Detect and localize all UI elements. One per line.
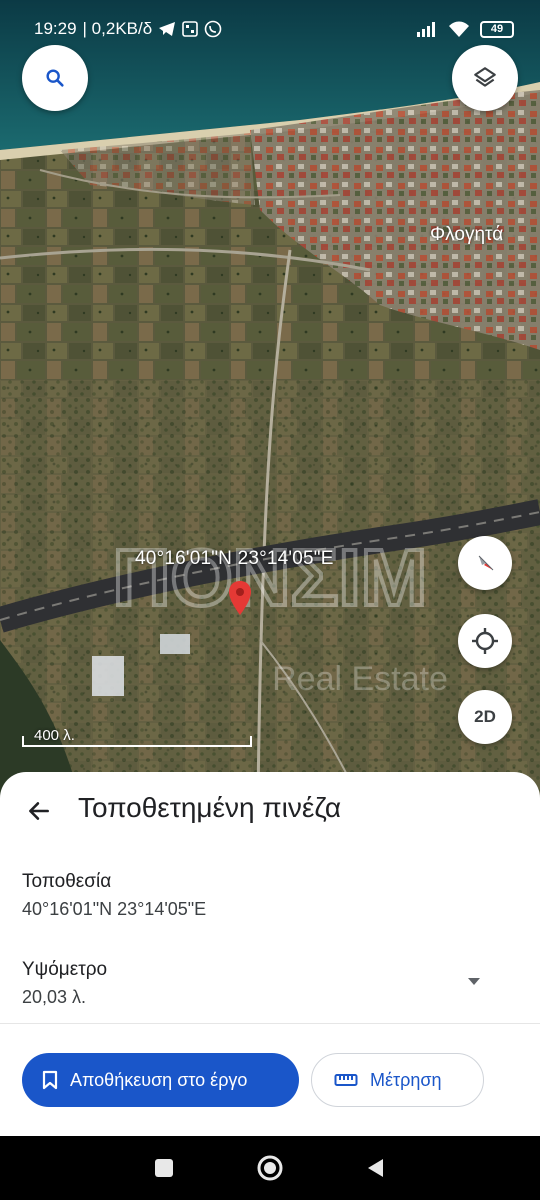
nav-recents-icon[interactable] bbox=[153, 1157, 175, 1179]
scale-label: 400 λ. bbox=[34, 727, 75, 744]
my-location-button[interactable] bbox=[458, 614, 512, 668]
location-value: 40°16'01"N 23°14'05"E bbox=[22, 899, 207, 919]
satellite-map[interactable]: ΠΟΝΣΙΜ Real Estate 19:29 | 0,2KB/δ 49 Φλ… bbox=[0, 0, 540, 800]
pin-details-sheet: Τοποθετημένη πινέζα Τοποθεσία 40°16'01"N… bbox=[0, 772, 540, 1136]
wifi-icon bbox=[449, 21, 469, 37]
app-notification-icon bbox=[182, 21, 198, 37]
satellite-imagery bbox=[0, 0, 540, 800]
save-to-project-label: Αποθήκευση στο έργο bbox=[70, 1069, 248, 1090]
elevation-value: 20,03 λ. bbox=[22, 987, 87, 1007]
divider bbox=[0, 1023, 540, 1024]
compass-button[interactable] bbox=[458, 536, 512, 590]
elevation-label: Υψόμετρο bbox=[22, 959, 108, 980]
bookmark-icon bbox=[42, 1070, 58, 1090]
status-network-speed: | 0,2KB/δ bbox=[82, 19, 153, 38]
search-button[interactable] bbox=[22, 45, 88, 111]
compass-icon bbox=[478, 555, 494, 571]
nav-home-icon[interactable] bbox=[256, 1154, 284, 1182]
save-to-project-button[interactable]: Αποθήκευση στο έργο bbox=[22, 1053, 299, 1107]
my-location-icon bbox=[472, 628, 498, 654]
status-time: 19:29 bbox=[34, 19, 77, 38]
battery-level: 49 bbox=[490, 23, 504, 35]
telegram-icon bbox=[159, 22, 176, 36]
back-button[interactable] bbox=[22, 794, 56, 828]
layers-icon bbox=[474, 67, 496, 87]
system-nav-bar bbox=[0, 1136, 540, 1200]
dropdown-arrow-icon[interactable] bbox=[465, 972, 483, 990]
town-label: Φλογητά bbox=[430, 224, 504, 245]
back-arrow-icon bbox=[29, 802, 49, 820]
2d-toggle-button[interactable]: 2D bbox=[458, 690, 512, 744]
sheet-title: Τοποθετημένη πινέζα bbox=[78, 792, 342, 823]
battery-indicator: 49 bbox=[480, 20, 514, 38]
measure-label: Μέτρηση bbox=[370, 1069, 442, 1090]
ruler-icon bbox=[334, 1074, 358, 1086]
search-icon bbox=[46, 69, 64, 87]
measure-button[interactable]: Μέτρηση bbox=[311, 1053, 484, 1107]
viber-icon bbox=[204, 20, 222, 38]
status-bar: 19:29 | 0,2KB/δ 49 bbox=[0, 0, 540, 58]
nav-back-icon[interactable] bbox=[365, 1157, 387, 1179]
map-pin-icon[interactable] bbox=[228, 580, 252, 616]
pin-coordinates-label: 40°16'01"N 23°14'05"E bbox=[135, 548, 334, 569]
layers-button[interactable] bbox=[452, 45, 518, 111]
signal-icon bbox=[417, 22, 435, 37]
location-label: Τοποθεσία bbox=[22, 871, 112, 892]
